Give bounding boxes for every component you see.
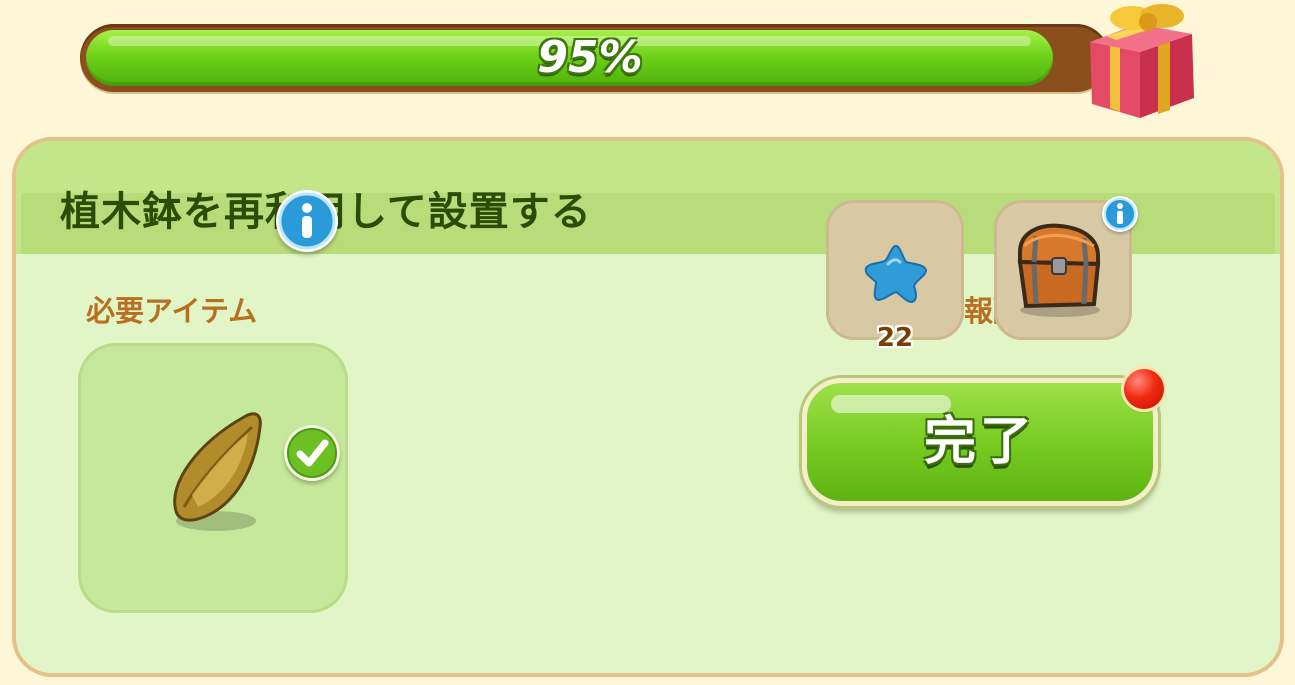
- blue-star-icon: [864, 244, 928, 304]
- task-screen: 95% 植木鉢を再利用して設置する 必要アイテム 報酬: [0, 0, 1295, 685]
- checkmark-icon: [284, 425, 340, 481]
- reward-slot-star[interactable]: [826, 200, 964, 340]
- notification-dot-icon: [1124, 369, 1164, 409]
- info-icon[interactable]: [276, 190, 338, 252]
- gift-box-icon[interactable]: [1080, 0, 1205, 122]
- required-items-label: 必要アイテム: [86, 294, 258, 328]
- info-icon[interactable]: [1102, 196, 1138, 232]
- reward-star-count: 22: [876, 323, 914, 353]
- complete-button-label: 完了: [923, 412, 1036, 472]
- complete-button[interactable]: 完了: [802, 378, 1158, 506]
- golden-seed-icon: [173, 412, 262, 531]
- treasure-chest-icon: [1017, 223, 1101, 317]
- progress-percent: 95%: [537, 32, 643, 83]
